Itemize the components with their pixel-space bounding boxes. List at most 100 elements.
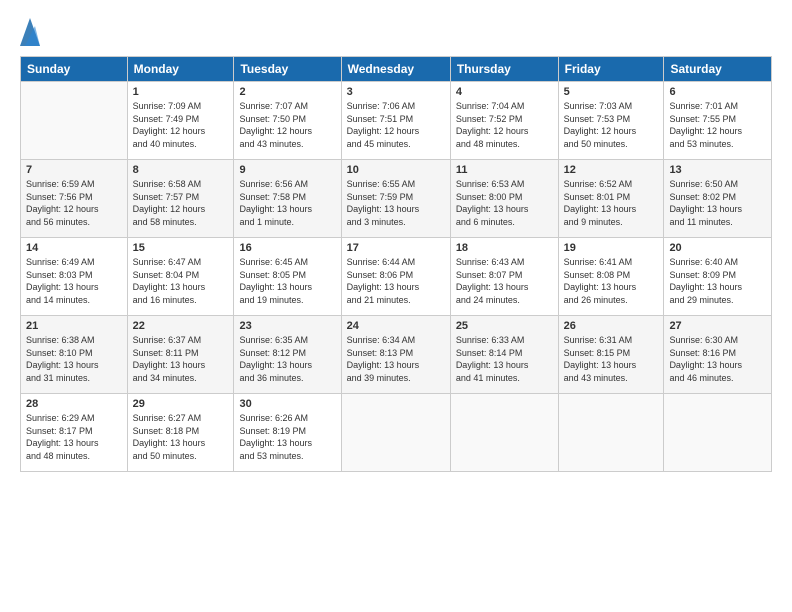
cell-info: Sunrise: 6:31 AMSunset: 8:15 PMDaylight:…: [564, 334, 659, 384]
day-number: 18: [456, 242, 553, 254]
day-number: 6: [669, 86, 766, 98]
calendar-cell: 23 Sunrise: 6:35 AMSunset: 8:12 PMDayligh…: [234, 316, 341, 394]
day-number: 9: [239, 164, 335, 176]
cell-info: Sunrise: 6:50 AMSunset: 8:02 PMDaylight:…: [669, 178, 766, 228]
day-number: 11: [456, 164, 553, 176]
header: [20, 18, 772, 46]
day-number: 29: [133, 398, 229, 410]
cell-info: Sunrise: 6:45 AMSunset: 8:05 PMDaylight:…: [239, 256, 335, 306]
header-day-thursday: Thursday: [450, 57, 558, 82]
cell-info: Sunrise: 6:29 AMSunset: 8:17 PMDaylight:…: [26, 412, 122, 462]
day-number: 16: [239, 242, 335, 254]
header-day-saturday: Saturday: [664, 57, 772, 82]
calendar-cell: 26 Sunrise: 6:31 AMSunset: 8:15 PMDayligh…: [558, 316, 664, 394]
week-row-1: 1 Sunrise: 7:09 AMSunset: 7:49 PMDaylight…: [21, 82, 772, 160]
cell-info: Sunrise: 6:56 AMSunset: 7:58 PMDaylight:…: [239, 178, 335, 228]
header-day-sunday: Sunday: [21, 57, 128, 82]
cell-info: Sunrise: 6:58 AMSunset: 7:57 PMDaylight:…: [133, 178, 229, 228]
day-number: 14: [26, 242, 122, 254]
cell-info: Sunrise: 7:09 AMSunset: 7:49 PMDaylight:…: [133, 100, 229, 150]
calendar-cell: 28 Sunrise: 6:29 AMSunset: 8:17 PMDayligh…: [21, 394, 128, 472]
calendar-cell: [450, 394, 558, 472]
cell-info: Sunrise: 6:49 AMSunset: 8:03 PMDaylight:…: [26, 256, 122, 306]
cell-info: Sunrise: 6:27 AMSunset: 8:18 PMDaylight:…: [133, 412, 229, 462]
calendar-cell: 11 Sunrise: 6:53 AMSunset: 8:00 PMDayligh…: [450, 160, 558, 238]
calendar-cell: 4Sunrise: 7:04 AMSunset: 7:52 PMDaylight…: [450, 82, 558, 160]
header-day-friday: Friday: [558, 57, 664, 82]
calendar-cell: [21, 82, 128, 160]
calendar-cell: 3 Sunrise: 7:06 AMSunset: 7:51 PMDaylight…: [341, 82, 450, 160]
calendar-cell: 22Sunrise: 6:37 AMSunset: 8:11 PMDayligh…: [127, 316, 234, 394]
calendar-cell: 5Sunrise: 7:03 AMSunset: 7:53 PMDaylight…: [558, 82, 664, 160]
cell-info: Sunrise: 6:44 AMSunset: 8:06 PMDaylight:…: [347, 256, 445, 306]
cell-info: Sunrise: 7:06 AMSunset: 7:51 PMDaylight:…: [347, 100, 445, 150]
cell-info: Sunrise: 7:07 AMSunset: 7:50 PMDaylight:…: [239, 100, 335, 150]
day-number: 17: [347, 242, 445, 254]
calendar-cell: [664, 394, 772, 472]
cell-info: Sunrise: 6:35 AMSunset: 8:12 PMDaylight:…: [239, 334, 335, 384]
calendar-cell: 14 Sunrise: 6:49 AMSunset: 8:03 PMDayligh…: [21, 238, 128, 316]
header-row: SundayMondayTuesdayWednesdayThursdayFrid…: [21, 57, 772, 82]
cell-info: Sunrise: 6:26 AMSunset: 8:19 PMDaylight:…: [239, 412, 335, 462]
day-number: 12: [564, 164, 659, 176]
day-number: 4: [456, 86, 553, 98]
day-number: 27: [669, 320, 766, 332]
header-day-monday: Monday: [127, 57, 234, 82]
day-number: 19: [564, 242, 659, 254]
calendar-cell: 6 Sunrise: 7:01 AMSunset: 7:55 PMDaylight…: [664, 82, 772, 160]
calendar-table: SundayMondayTuesdayWednesdayThursdayFrid…: [20, 56, 772, 472]
day-number: 26: [564, 320, 659, 332]
calendar-cell: 15 Sunrise: 6:47 AMSunset: 8:04 PMDayligh…: [127, 238, 234, 316]
cell-info: Sunrise: 6:41 AMSunset: 8:08 PMDaylight:…: [564, 256, 659, 306]
logo-icon: [20, 18, 40, 46]
calendar-cell: 20Sunrise: 6:40 AMSunset: 8:09 PMDayligh…: [664, 238, 772, 316]
cell-info: Sunrise: 6:47 AMSunset: 8:04 PMDaylight:…: [133, 256, 229, 306]
cell-info: Sunrise: 6:53 AMSunset: 8:00 PMDaylight:…: [456, 178, 553, 228]
header-day-wednesday: Wednesday: [341, 57, 450, 82]
day-number: 23: [239, 320, 335, 332]
calendar-cell: 29 Sunrise: 6:27 AMSunset: 8:18 PMDayligh…: [127, 394, 234, 472]
cell-info: Sunrise: 6:43 AMSunset: 8:07 PMDaylight:…: [456, 256, 553, 306]
calendar-cell: 7 Sunrise: 6:59 AMSunset: 7:56 PMDaylight…: [21, 160, 128, 238]
day-number: 8: [133, 164, 229, 176]
calendar-cell: [558, 394, 664, 472]
cell-info: Sunrise: 6:59 AMSunset: 7:56 PMDaylight:…: [26, 178, 122, 228]
cell-info: Sunrise: 6:30 AMSunset: 8:16 PMDaylight:…: [669, 334, 766, 384]
calendar-cell: [341, 394, 450, 472]
day-number: 1: [133, 86, 229, 98]
week-row-5: 28 Sunrise: 6:29 AMSunset: 8:17 PMDayligh…: [21, 394, 772, 472]
calendar-cell: 18 Sunrise: 6:43 AMSunset: 8:07 PMDayligh…: [450, 238, 558, 316]
calendar-cell: 12Sunrise: 6:52 AMSunset: 8:01 PMDayligh…: [558, 160, 664, 238]
calendar-cell: 1 Sunrise: 7:09 AMSunset: 7:49 PMDaylight…: [127, 82, 234, 160]
calendar-body: 1 Sunrise: 7:09 AMSunset: 7:49 PMDaylight…: [21, 82, 772, 472]
calendar-cell: 17 Sunrise: 6:44 AMSunset: 8:06 PMDayligh…: [341, 238, 450, 316]
day-number: 24: [347, 320, 445, 332]
calendar-cell: 19 Sunrise: 6:41 AMSunset: 8:08 PMDayligh…: [558, 238, 664, 316]
calendar-cell: 21Sunrise: 6:38 AMSunset: 8:10 PMDayligh…: [21, 316, 128, 394]
day-number: 20: [669, 242, 766, 254]
day-number: 28: [26, 398, 122, 410]
calendar-cell: 8 Sunrise: 6:58 AMSunset: 7:57 PMDaylight…: [127, 160, 234, 238]
calendar-cell: 27 Sunrise: 6:30 AMSunset: 8:16 PMDayligh…: [664, 316, 772, 394]
calendar-header: SundayMondayTuesdayWednesdayThursdayFrid…: [21, 57, 772, 82]
week-row-2: 7 Sunrise: 6:59 AMSunset: 7:56 PMDaylight…: [21, 160, 772, 238]
day-number: 7: [26, 164, 122, 176]
day-number: 10: [347, 164, 445, 176]
cell-info: Sunrise: 7:01 AMSunset: 7:55 PMDaylight:…: [669, 100, 766, 150]
calendar-cell: 9 Sunrise: 6:56 AMSunset: 7:58 PMDaylight…: [234, 160, 341, 238]
day-number: 3: [347, 86, 445, 98]
logo: [20, 18, 43, 46]
day-number: 2: [239, 86, 335, 98]
week-row-4: 21Sunrise: 6:38 AMSunset: 8:10 PMDayligh…: [21, 316, 772, 394]
day-number: 15: [133, 242, 229, 254]
day-number: 13: [669, 164, 766, 176]
cell-info: Sunrise: 6:37 AMSunset: 8:11 PMDaylight:…: [133, 334, 229, 384]
calendar-cell: 25Sunrise: 6:33 AMSunset: 8:14 PMDayligh…: [450, 316, 558, 394]
cell-info: Sunrise: 6:34 AMSunset: 8:13 PMDaylight:…: [347, 334, 445, 384]
calendar-cell: 10Sunrise: 6:55 AMSunset: 7:59 PMDayligh…: [341, 160, 450, 238]
calendar-cell: 2 Sunrise: 7:07 AMSunset: 7:50 PMDaylight…: [234, 82, 341, 160]
week-row-3: 14 Sunrise: 6:49 AMSunset: 8:03 PMDayligh…: [21, 238, 772, 316]
day-number: 5: [564, 86, 659, 98]
calendar-cell: 13 Sunrise: 6:50 AMSunset: 8:02 PMDayligh…: [664, 160, 772, 238]
page: SundayMondayTuesdayWednesdayThursdayFrid…: [0, 0, 792, 612]
